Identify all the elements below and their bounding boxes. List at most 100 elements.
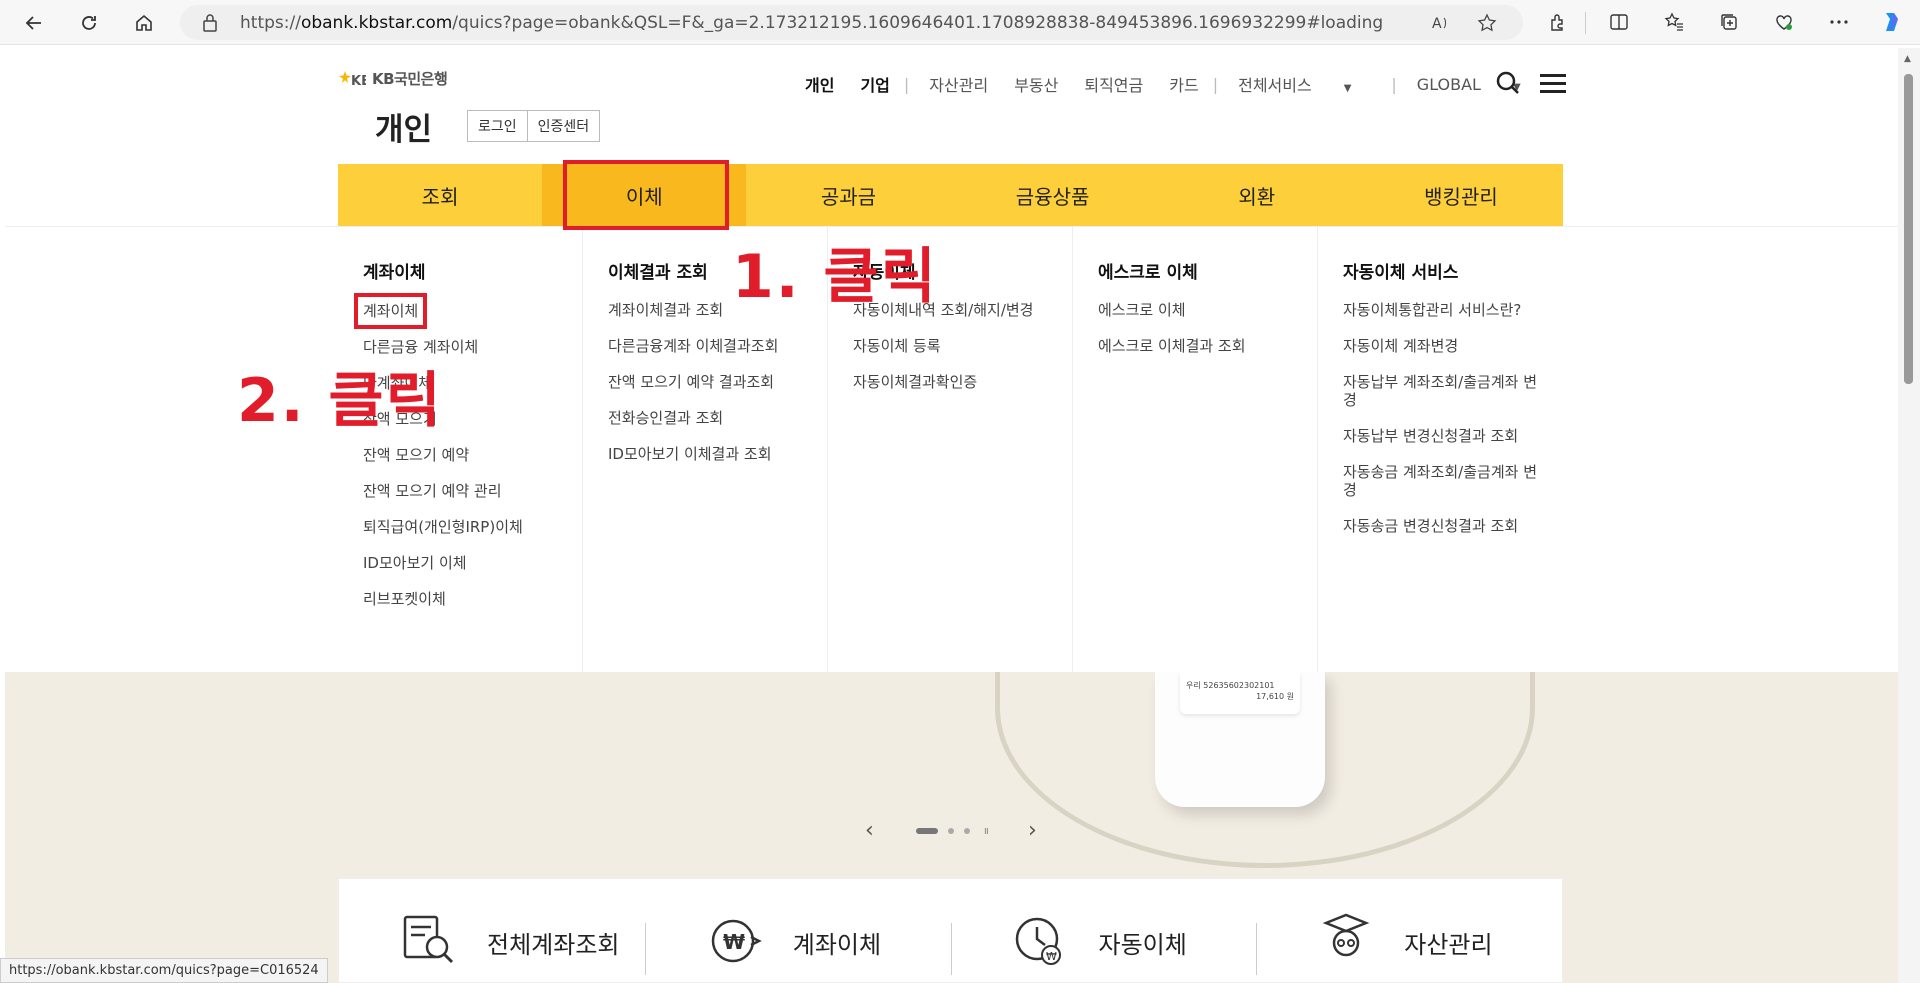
collections-icon[interactable] [1717, 10, 1741, 34]
submenu-heading: 에스크로 이체 [1098, 263, 1198, 283]
gnb-banking-mgmt[interactable]: 뱅킹관리 [1359, 164, 1563, 226]
hero-phone-image: 우리 52635602302101 17,610 원 [1155, 672, 1325, 807]
annotation-step2: 2. 클릭 [237, 366, 443, 436]
submenu-item[interactable]: 자동송금 계좌조회/출금계좌 변경 [1343, 463, 1543, 499]
carousel-dot[interactable] [915, 827, 938, 834]
submenu-col-account-transfer: 계좌이체 계좌이체 다른금융 계좌이체 다계좌이체 잔액 모으기 잔액 모으기 … [338, 226, 583, 672]
clock-transfer-icon: ₩ [1015, 917, 1061, 965]
gnb-fx[interactable]: 외환 [1155, 164, 1359, 226]
scroll-up-icon[interactable]: ▲ [1904, 54, 1911, 64]
header-mega-menu: KB KB국민은행 개인 로그인 인증센터 개인 기업 | 자산관리 부동산 퇴… [5, 48, 1898, 672]
favorite-star-icon[interactable] [1477, 13, 1497, 33]
submenu-item[interactable]: 잔액 모으기 예약 관리 [363, 482, 563, 500]
status-bar-link-preview: https://obank.kbstar.com/quics?page=C016… [0, 958, 328, 983]
home-button[interactable] [128, 7, 160, 39]
home-icon [136, 14, 152, 31]
page-scrollbar[interactable]: ▲ [1898, 48, 1920, 983]
address-bar[interactable]: https://obank.kbstar.com/quics?page=oban… [180, 5, 1523, 40]
quick-transfer[interactable]: ₩ 계좌이체 [644, 909, 951, 982]
lock-icon [203, 14, 217, 32]
nav-asset[interactable]: 자산관리 [929, 72, 988, 96]
copilot-icon[interactable] [1880, 10, 1904, 34]
next-arrow-icon[interactable]: › [1028, 818, 1037, 843]
gnb-inquiry[interactable]: 조회 [338, 164, 542, 226]
submenu-item[interactable]: 자동이체 계좌변경 [1343, 337, 1543, 355]
nav-card[interactable]: 카드 [1169, 72, 1198, 96]
nav-personal[interactable]: 개인 [805, 72, 834, 96]
submenu-item[interactable]: 에스크로 이체 [1098, 301, 1298, 319]
account-search-icon [403, 915, 454, 964]
carousel-pager: ‹ ıı › [865, 818, 1037, 843]
scrollbar-thumb[interactable] [1904, 74, 1913, 384]
quick-all-accounts[interactable]: 전체계좌조회 [339, 909, 645, 982]
quick-auto-transfer[interactable]: ₩ 자동이체 [950, 909, 1257, 982]
submenu-item[interactable]: 전화승인결과 조회 [608, 409, 808, 427]
kb-star-logo-icon: KB [339, 70, 366, 89]
submenu-item[interactable]: 자동송금 변경신청결과 조회 [1343, 517, 1543, 535]
gnb-utility[interactable]: 공과금 [746, 164, 950, 226]
split-screen-icon[interactable] [1607, 10, 1631, 34]
submenu-item-account-transfer[interactable]: 계좌이체 [353, 293, 428, 329]
prev-arrow-icon[interactable]: ‹ [865, 818, 874, 843]
caret-down-icon: ▼ [1343, 83, 1352, 94]
nav-pension[interactable]: 퇴직연금 [1084, 72, 1143, 96]
page-title: 개인 [375, 112, 433, 148]
hamburger-menu-icon[interactable] [1540, 74, 1566, 94]
quick-asset-mgmt[interactable]: 자산관리 [1256, 909, 1562, 982]
svg-text:₩: ₩ [1046, 950, 1057, 963]
auth-buttons: 로그인 인증센터 [467, 110, 601, 142]
submenu-item[interactable]: ID모아보기 이체결과 조회 [608, 445, 808, 463]
page-viewport: 우리 5263560230210117,610 원 KB KB국민은행 개인 로… [5, 48, 1898, 983]
submenu-item[interactable]: 잔액 모으기 예약 [363, 446, 563, 464]
back-arrow-icon [25, 16, 41, 30]
svg-text:₩: ₩ [723, 930, 745, 954]
submenu-item[interactable]: 자동납부 계좌조회/출금계좌 변경 [1343, 373, 1543, 409]
search-icon[interactable] [1495, 70, 1521, 96]
submenu-item[interactable]: 잔액 모으기 예약 결과조회 [608, 373, 808, 391]
more-menu-icon[interactable] [1827, 10, 1851, 34]
gnb-products[interactable]: 금융상품 [951, 164, 1155, 226]
nav-all-services[interactable]: 전체서비스 ▼ [1238, 72, 1377, 96]
submenu-item[interactable]: 자동납부 변경신청결과 조회 [1343, 427, 1543, 445]
carousel-dot[interactable] [947, 827, 954, 834]
top-navigation: 개인 기업 | 자산관리 부동산 퇴직연금 카드 | 전체서비스 ▼ | GLOB… [805, 72, 1573, 96]
url-text: https://obank.kbstar.com/quics?page=oban… [240, 13, 1384, 33]
submenu-item[interactable]: ID모아보기 이체 [363, 554, 563, 572]
login-button[interactable]: 로그인 [468, 111, 527, 141]
submenu-item[interactable]: 리브포켓이체 [363, 590, 563, 608]
kb-logo[interactable]: KB KB국민은행 [338, 68, 448, 89]
annotation-step1: 1. 클릭 [732, 242, 938, 312]
submenu-item[interactable]: 다른금융계좌 이체결과조회 [608, 337, 808, 355]
pause-icon[interactable]: ıı [984, 824, 989, 837]
browser-essentials-icon[interactable] [1772, 10, 1796, 34]
nav-realestate[interactable]: 부동산 [1014, 72, 1058, 96]
graduate-advisor-icon [1322, 913, 1370, 957]
refresh-button[interactable] [73, 7, 105, 39]
submenu-item[interactable]: 에스크로 이체결과 조회 [1098, 337, 1298, 355]
refresh-icon [82, 16, 96, 30]
extensions-icon[interactable] [1546, 10, 1570, 34]
submenu-heading: 계좌이체 [363, 263, 426, 283]
submenu-col-auto-service: 자동이체 서비스 자동이체통합관리 서비스란? 자동이체 계좌변경 자동납부 계… [1318, 226, 1563, 672]
svg-text:A: A [1432, 16, 1442, 32]
quick-menu: 전체계좌조회 ₩ 계좌이체 ₩ 자동이체 자산관리 [338, 878, 1563, 983]
main-gnb: 조회 이체 공과금 금융상품 외환 뱅킹관리 [338, 164, 1563, 226]
nav-business[interactable]: 기업 [860, 72, 889, 96]
transfer-submenu: 계좌이체 계좌이체 다른금융 계좌이체 다계좌이체 잔액 모으기 잔액 모으기 … [338, 226, 1563, 672]
cert-center-button[interactable]: 인증센터 [526, 111, 600, 141]
nav-global[interactable]: GLOBAL ▼ [1417, 75, 1547, 94]
read-aloud-icon[interactable]: A [1430, 13, 1450, 33]
submenu-item[interactable]: 자동이체 등록 [853, 337, 1053, 355]
browser-toolbar: https://obank.kbstar.com/quics?page=oban… [0, 0, 1920, 45]
submenu-col-escrow: 에스크로 이체 에스크로 이체 에스크로 이체결과 조회 [1073, 226, 1318, 672]
favorites-icon[interactable] [1662, 10, 1686, 34]
annotation-highlight-box [563, 160, 729, 230]
submenu-item[interactable]: 자동이체통합관리 서비스란? [1343, 301, 1543, 319]
submenu-item[interactable]: 자동이체결과확인증 [853, 373, 1053, 391]
submenu-item[interactable]: 퇴직급여(개인형IRP)이체 [363, 518, 563, 536]
carousel-dot[interactable] [963, 827, 970, 834]
submenu-heading: 자동이체 서비스 [1343, 263, 1459, 283]
back-button[interactable] [18, 7, 50, 39]
svg-text:KB: KB [351, 74, 366, 89]
won-transfer-icon: ₩ [711, 919, 762, 963]
